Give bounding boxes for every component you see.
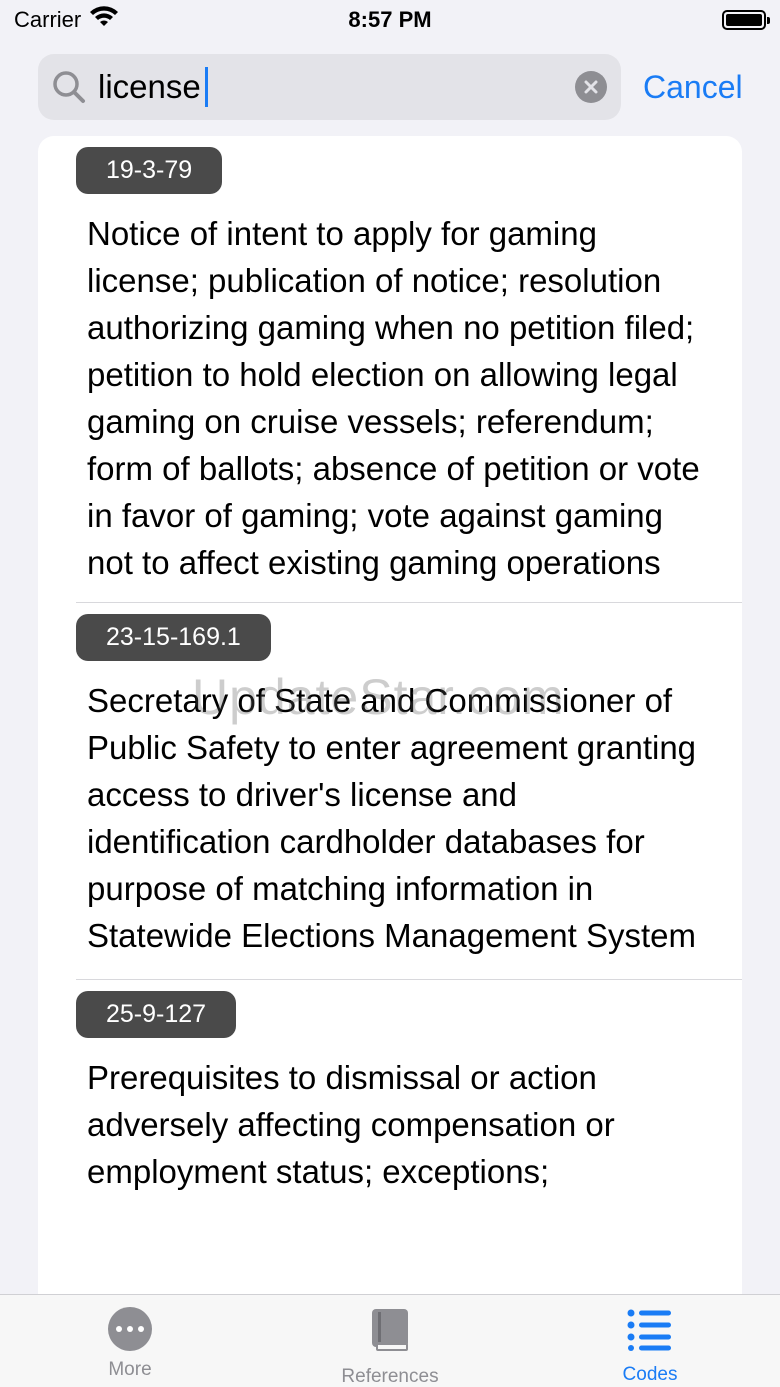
list-item[interactable]: 19-3-79 Notice of intent to apply for ga… xyxy=(76,136,742,603)
search-row: license Cancel xyxy=(38,54,750,120)
search-input[interactable]: license xyxy=(98,67,575,107)
watermark: UpdateStar.com xyxy=(192,669,565,725)
list-item[interactable]: 23-15-169.1 Secretary of State and Commi… xyxy=(76,603,742,980)
tab-bar: More References Codes xyxy=(0,1294,780,1387)
tab-label: References xyxy=(341,1366,439,1387)
code-badge: 23-15-169.1 xyxy=(76,614,271,661)
search-icon xyxy=(52,70,86,104)
search-input-text: license xyxy=(98,68,201,105)
tab-more[interactable]: More xyxy=(0,1295,260,1387)
more-icon xyxy=(108,1307,152,1351)
tab-label: More xyxy=(108,1359,152,1380)
tab-codes[interactable]: Codes xyxy=(520,1295,780,1387)
carrier-label: Carrier xyxy=(14,7,82,32)
close-icon xyxy=(584,80,598,94)
battery-icon xyxy=(722,10,770,30)
search-field[interactable]: license xyxy=(38,54,621,120)
book-icon xyxy=(370,1307,410,1358)
code-badge: 19-3-79 xyxy=(76,147,223,194)
tab-references[interactable]: References xyxy=(260,1295,520,1387)
list-item[interactable]: 25-9-127 Prerequisites to dismissal or a… xyxy=(76,980,742,1215)
status-left: Carrier xyxy=(14,6,119,34)
text-caret xyxy=(204,67,208,107)
result-title: Notice of intent to apply for gaming lic… xyxy=(87,215,700,581)
wifi-icon xyxy=(89,6,119,34)
code-badge: 25-9-127 xyxy=(76,991,237,1038)
status-bar: Carrier 8:57 PM xyxy=(0,0,780,40)
tab-label: Codes xyxy=(622,1364,678,1385)
cancel-button[interactable]: Cancel xyxy=(643,69,743,106)
list-icon xyxy=(627,1307,673,1356)
clear-search-button[interactable] xyxy=(575,71,607,103)
